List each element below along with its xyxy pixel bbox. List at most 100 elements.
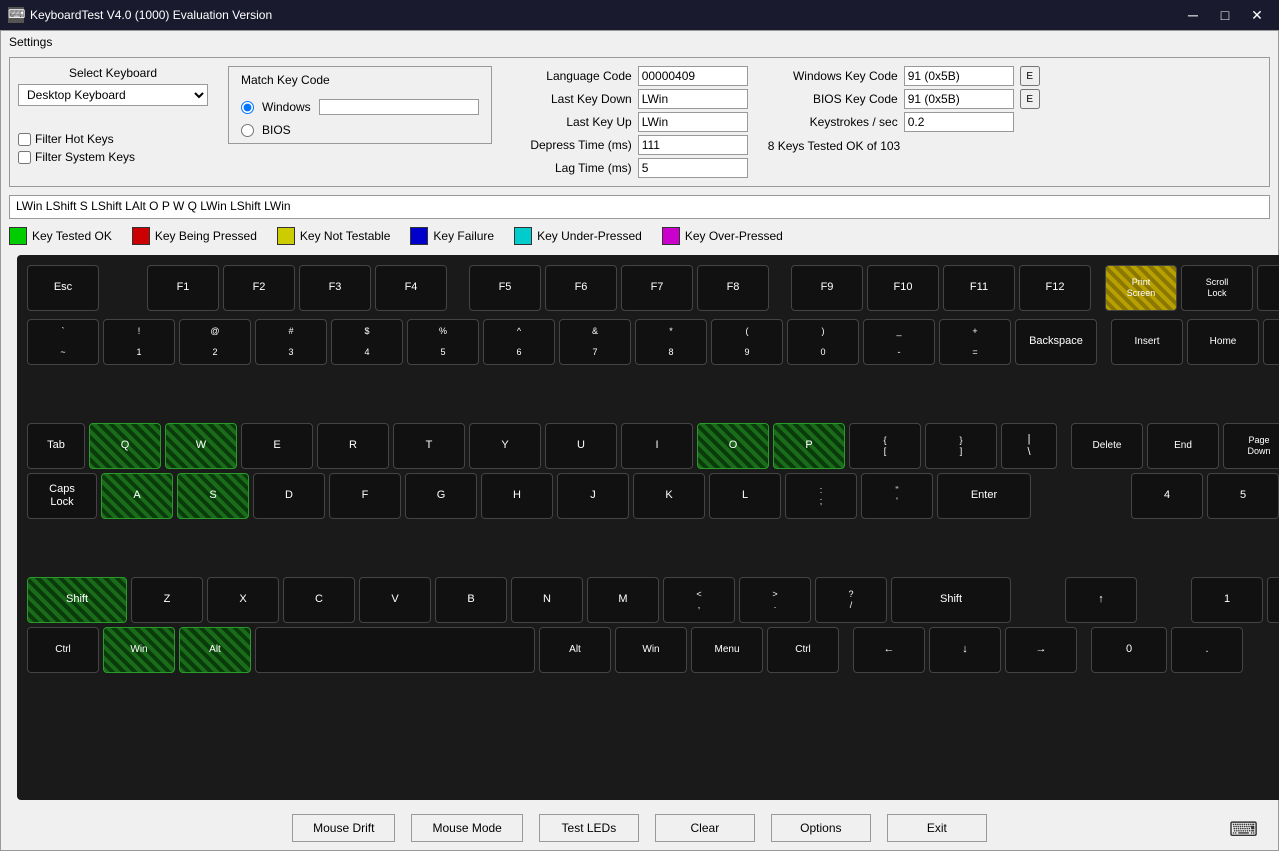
key-p[interactable]: P [773,423,845,469]
key-slash[interactable]: ?/ [815,577,887,623]
key-quote[interactable]: "' [861,473,933,519]
key-backtick[interactable]: `~ [27,319,99,365]
key-numpad-0[interactable]: 0 [1091,627,1167,673]
key-m[interactable]: M [587,577,659,623]
clear-button[interactable]: Clear [655,814,755,842]
mouse-drift-button[interactable]: Mouse Drift [292,814,395,842]
key-backslash[interactable]: |\ [1001,423,1057,469]
key-a[interactable]: A [101,473,173,519]
key-r[interactable]: R [317,423,389,469]
key-b[interactable]: B [435,577,507,623]
filter-system-keys-label[interactable]: Filter System Keys [18,150,208,164]
key-right-alt[interactable]: Alt [539,627,611,673]
key-page-down[interactable]: PageDown [1223,423,1279,469]
key-up[interactable]: ↑ [1065,577,1137,623]
key-3[interactable]: #3 [255,319,327,365]
key-f1[interactable]: F1 [147,265,219,311]
key-caps-lock[interactable]: CapsLock [27,473,97,519]
minimize-button[interactable]: ─ [1179,5,1207,25]
key-right-bracket[interactable]: }] [925,423,997,469]
key-5[interactable]: %5 [407,319,479,365]
key-left-bracket[interactable]: {[ [849,423,921,469]
key-9[interactable]: (9 [711,319,783,365]
key-u[interactable]: U [545,423,617,469]
filter-system-keys-checkbox[interactable] [18,151,31,164]
windows-key-code-e-button[interactable]: E [1020,66,1040,86]
key-0[interactable]: )0 [787,319,859,365]
key-g[interactable]: G [405,473,477,519]
key-2[interactable]: @2 [179,319,251,365]
key-4[interactable]: $4 [331,319,403,365]
key-j[interactable]: J [557,473,629,519]
key-numpad-2[interactable]: 2 [1267,577,1279,623]
key-d[interactable]: D [253,473,325,519]
key-menu[interactable]: Menu [691,627,763,673]
key-q[interactable]: Q [89,423,161,469]
key-f12[interactable]: F12 [1019,265,1091,311]
key-right-ctrl[interactable]: Ctrl [767,627,839,673]
key-pause[interactable]: Pause [1257,265,1279,311]
key-f7[interactable]: F7 [621,265,693,311]
key-f10[interactable]: F10 [867,265,939,311]
filter-hot-keys-checkbox[interactable] [18,133,31,146]
key-esc[interactable]: Esc [27,265,99,311]
key-6[interactable]: ^6 [483,319,555,365]
key-s[interactable]: S [177,473,249,519]
mouse-mode-button[interactable]: Mouse Mode [411,814,522,842]
key-left-shift[interactable]: Shift [27,577,127,623]
key-numpad-4[interactable]: 4 [1131,473,1203,519]
key-o[interactable]: O [697,423,769,469]
key-print-screen[interactable]: PrintScreen [1105,265,1177,311]
bios-radio[interactable] [241,124,254,137]
key-f9[interactable]: F9 [791,265,863,311]
key-tab[interactable]: Tab [27,423,85,469]
key-insert[interactable]: Insert [1111,319,1183,365]
key-y[interactable]: Y [469,423,541,469]
language-code-input[interactable] [638,66,748,86]
key-left-win[interactable]: Win [103,627,175,673]
key-e[interactable]: E [241,423,313,469]
test-leds-button[interactable]: Test LEDs [539,814,639,842]
key-c[interactable]: C [283,577,355,623]
keyboard-select[interactable]: Desktop KeyboardLaptop Keyboard [18,84,208,106]
key-k[interactable]: K [633,473,705,519]
key-right-shift[interactable]: Shift [891,577,1011,623]
key-delete[interactable]: Delete [1071,423,1143,469]
key-f6[interactable]: F6 [545,265,617,311]
key-backspace[interactable]: Backspace [1015,319,1097,365]
key-scroll-lock[interactable]: ScrollLock [1181,265,1253,311]
key-l[interactable]: L [709,473,781,519]
key-f2[interactable]: F2 [223,265,295,311]
key-n[interactable]: N [511,577,583,623]
key-numpad-decimal[interactable]: . [1171,627,1243,673]
key-f3[interactable]: F3 [299,265,371,311]
key-f8[interactable]: F8 [697,265,769,311]
key-8[interactable]: *8 [635,319,707,365]
key-f11[interactable]: F11 [943,265,1015,311]
key-page-up[interactable]: PageUp [1263,319,1279,365]
key-z[interactable]: Z [131,577,203,623]
key-f4[interactable]: F4 [375,265,447,311]
key-right[interactable]: → [1005,627,1077,673]
key-numpad-5[interactable]: 5 [1207,473,1279,519]
key-end[interactable]: End [1147,423,1219,469]
key-equals[interactable]: += [939,319,1011,365]
key-x[interactable]: X [207,577,279,623]
filter-hot-keys-label[interactable]: Filter Hot Keys [18,132,208,146]
close-button[interactable]: ✕ [1243,5,1271,25]
key-f5[interactable]: F5 [469,265,541,311]
key-period[interactable]: >. [739,577,811,623]
key-v[interactable]: V [359,577,431,623]
key-down[interactable]: ↓ [929,627,1001,673]
key-left[interactable]: ← [853,627,925,673]
exit-button[interactable]: Exit [887,814,987,842]
key-1[interactable]: !1 [103,319,175,365]
key-w[interactable]: W [165,423,237,469]
maximize-button[interactable]: □ [1211,5,1239,25]
key-minus[interactable]: _- [863,319,935,365]
key-h[interactable]: H [481,473,553,519]
key-comma[interactable]: <, [663,577,735,623]
settings-menu[interactable]: Settings [9,35,52,49]
key-spacebar[interactable] [255,627,535,673]
bios-key-code-e-button[interactable]: E [1020,89,1040,109]
